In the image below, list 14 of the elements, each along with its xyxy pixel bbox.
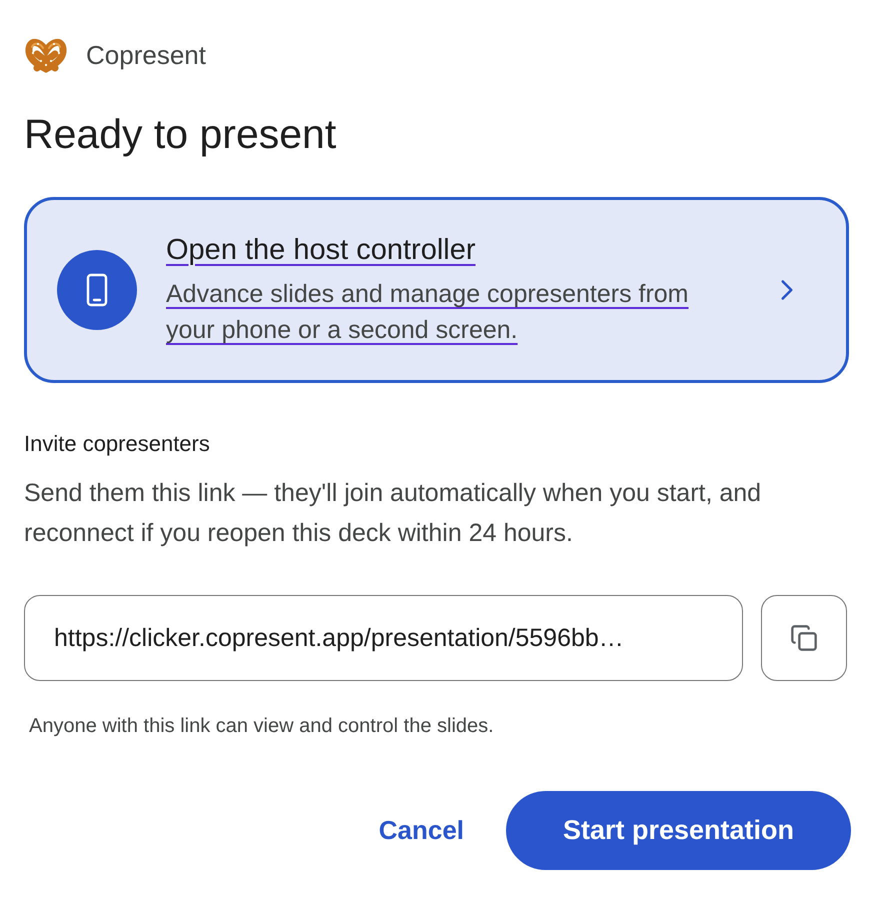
link-field[interactable]: https://clicker.copresent.app/presentation/5596bb… bbox=[24, 595, 743, 681]
copy-icon bbox=[790, 624, 818, 652]
copy-button[interactable] bbox=[761, 595, 847, 681]
host-controller-link[interactable]: Open the host controller bbox=[166, 232, 476, 268]
host-controller-description[interactable]: Advance slides and manage copresenters from your phone or a second screen. bbox=[166, 276, 711, 348]
invite-heading: Invite copresenters bbox=[24, 430, 210, 458]
dialog-title: Ready to present bbox=[24, 110, 336, 158]
link-note: Anyone with this link can view and control the slides. bbox=[28, 714, 494, 739]
host-controller-card[interactable]: Open the host controller Advance slides and manage copresenters from your phone or a second screen. bbox=[24, 197, 849, 383]
app-name: Copresent bbox=[86, 39, 206, 71]
cancel-button[interactable]: Cancel bbox=[372, 800, 470, 860]
start-presentation-button[interactable]: Start presentation bbox=[506, 791, 851, 870]
phone-icon bbox=[57, 250, 137, 330]
invite-description: Send them this link — they'll join automatically when you start, and reconnect if you reopen this deck within 24 hours. bbox=[24, 478, 762, 549]
